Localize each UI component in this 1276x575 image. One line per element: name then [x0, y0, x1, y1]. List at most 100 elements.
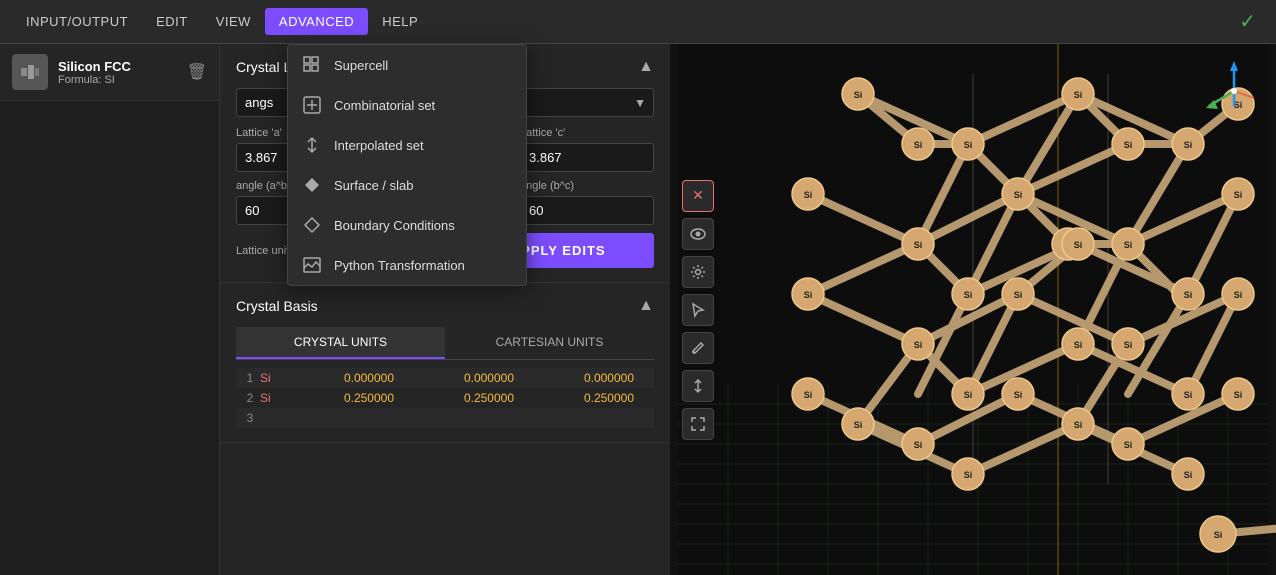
crystal-basis-header: Crystal Basis ▲	[236, 297, 654, 315]
dropdown-label-surface-slab: Surface / slab	[334, 178, 414, 193]
svg-text:Si: Si	[1074, 240, 1083, 250]
menu-bar: INPUT/OUTPUT EDIT VIEW ADVANCED HELP ✓	[0, 0, 1276, 44]
diamond-outline-icon	[302, 215, 322, 235]
row-y-1: 0.000000	[410, 371, 530, 385]
settings-button[interactable]	[682, 256, 714, 288]
dropdown-label-combinatorial: Combinatorial set	[334, 98, 435, 113]
svg-text:Si: Si	[804, 290, 813, 300]
table-row: 2 Si 0.250000 0.250000 0.250000	[236, 388, 654, 408]
crystal-lattice-collapse[interactable]: ▲	[638, 58, 654, 76]
eye-button[interactable]	[682, 218, 714, 250]
angle-bc-label: angle (b^c)	[520, 180, 654, 192]
svg-text:Si: Si	[1074, 90, 1083, 100]
table-row: 1 Si 0.000000 0.000000 0.000000	[236, 368, 654, 388]
lattice-c-input[interactable]	[520, 143, 654, 172]
row-num-2: 2	[240, 391, 260, 405]
svg-text:Si: Si	[1234, 190, 1243, 200]
row-z-2: 0.250000	[530, 391, 650, 405]
row-z-1: 0.000000	[530, 371, 650, 385]
menu-edit[interactable]: EDIT	[142, 8, 202, 35]
pencil-button[interactable]	[682, 332, 714, 364]
svg-text:Si: Si	[914, 340, 923, 350]
cursor-button[interactable]	[682, 294, 714, 326]
svg-text:Si: Si	[964, 470, 973, 480]
svg-text:Si: Si	[1184, 290, 1193, 300]
svg-text:Si: Si	[804, 190, 813, 200]
row-num-1: 1	[240, 371, 260, 385]
basis-table: 1 Si 0.000000 0.000000 0.000000 2 Si 0.2…	[236, 368, 654, 428]
row-element-1: Si	[260, 371, 290, 385]
svg-text:Si: Si	[1124, 240, 1133, 250]
svg-text:Si: Si	[1214, 530, 1223, 540]
dropdown-item-supercell[interactable]: Supercell	[288, 45, 526, 85]
menu-help[interactable]: HELP	[368, 8, 432, 35]
menu-input-output[interactable]: INPUT/OUTPUT	[12, 8, 142, 35]
3d-viewport[interactable]: Si Si Si Si Si Si Si	[670, 44, 1276, 575]
svg-text:Si: Si	[1014, 190, 1023, 200]
svg-text:Si: Si	[1074, 340, 1083, 350]
dropdown-label-supercell: Supercell	[334, 58, 388, 73]
row-x-1: 0.000000	[290, 371, 410, 385]
svg-text:Si: Si	[1014, 390, 1023, 400]
dropdown-label-interpolated: Interpolated set	[334, 138, 424, 153]
material-info: Silicon FCC Formula: SI	[58, 59, 177, 86]
svg-text:Si: Si	[804, 390, 813, 400]
scene-svg: Si Si Si Si Si Si Si	[670, 44, 1276, 575]
row-x-2: 0.250000	[290, 391, 410, 405]
move-button[interactable]	[682, 370, 714, 402]
svg-text:Si: Si	[1184, 470, 1193, 480]
svg-text:Si: Si	[854, 90, 863, 100]
svg-text:Si: Si	[1234, 290, 1243, 300]
material-icon	[12, 54, 48, 90]
dropdown-label-python: Python Transformation	[334, 258, 465, 273]
crystal-basis-title: Crystal Basis	[236, 298, 318, 314]
material-card: Silicon FCC Formula: SI 🗑	[0, 44, 219, 101]
angle-bc-input[interactable]	[520, 196, 654, 225]
diamond-icon	[302, 175, 322, 195]
svg-text:Si: Si	[1184, 390, 1193, 400]
svg-text:Si: Si	[1124, 140, 1133, 150]
fullscreen-button[interactable]	[682, 408, 714, 440]
material-formula: Formula: SI	[58, 74, 177, 86]
close-viewport-button[interactable]: ✕	[682, 180, 714, 212]
axis-indicator	[1204, 56, 1264, 116]
arrows-updown-icon	[302, 135, 322, 155]
basis-tabs: CRYSTAL UNITS CARTESIAN UNITS	[236, 327, 654, 360]
plus-box-icon	[302, 95, 322, 115]
dropdown-item-python[interactable]: Python Transformation	[288, 245, 526, 285]
row-element-2: Si	[260, 391, 290, 405]
svg-text:Si: Si	[1074, 420, 1083, 430]
table-row: 3	[236, 408, 654, 428]
lattice-c-group: Lattice 'c'	[520, 127, 654, 172]
viewport-toolbar: ✕	[682, 180, 714, 440]
advanced-dropdown-menu: Supercell Combinatorial set	[287, 44, 527, 286]
dropdown-item-interpolated[interactable]: Interpolated set	[288, 125, 526, 165]
svg-text:Si: Si	[914, 240, 923, 250]
svg-text:Si: Si	[1124, 440, 1133, 450]
svg-text:Si: Si	[854, 420, 863, 430]
image-icon	[302, 255, 322, 275]
svg-text:Si: Si	[914, 440, 923, 450]
dropdown-item-boundary[interactable]: Boundary Conditions	[288, 205, 526, 245]
row-y-2: 0.250000	[410, 391, 530, 405]
row-num-3: 3	[240, 411, 260, 425]
svg-text:Si: Si	[964, 390, 973, 400]
svg-text:Si: Si	[1184, 140, 1193, 150]
left-sidebar: Silicon FCC Formula: SI 🗑	[0, 44, 220, 575]
svg-text:Si: Si	[1124, 340, 1133, 350]
grid-icon	[302, 55, 322, 75]
svg-text:Si: Si	[964, 290, 973, 300]
angle-bc-group: angle (b^c)	[520, 180, 654, 225]
tab-crystal-units[interactable]: CRYSTAL UNITS	[236, 327, 445, 359]
svg-text:Si: Si	[1234, 390, 1243, 400]
crystal-basis-section: Crystal Basis ▲ CRYSTAL UNITS CARTESIAN …	[220, 283, 670, 443]
menu-advanced[interactable]: ADVANCED	[265, 8, 368, 35]
menu-view[interactable]: VIEW	[202, 8, 265, 35]
delete-material-button[interactable]: 🗑	[187, 62, 207, 82]
dropdown-item-surface-slab[interactable]: Surface / slab	[288, 165, 526, 205]
crystal-basis-collapse[interactable]: ▲	[638, 297, 654, 315]
tab-cartesian-units[interactable]: CARTESIAN UNITS	[445, 327, 654, 359]
main-layout: Silicon FCC Formula: SI 🗑 Crystal Lattic…	[0, 44, 1276, 575]
dropdown-item-combinatorial[interactable]: Combinatorial set	[288, 85, 526, 125]
checkmark-icon: ✓	[1239, 9, 1256, 34]
